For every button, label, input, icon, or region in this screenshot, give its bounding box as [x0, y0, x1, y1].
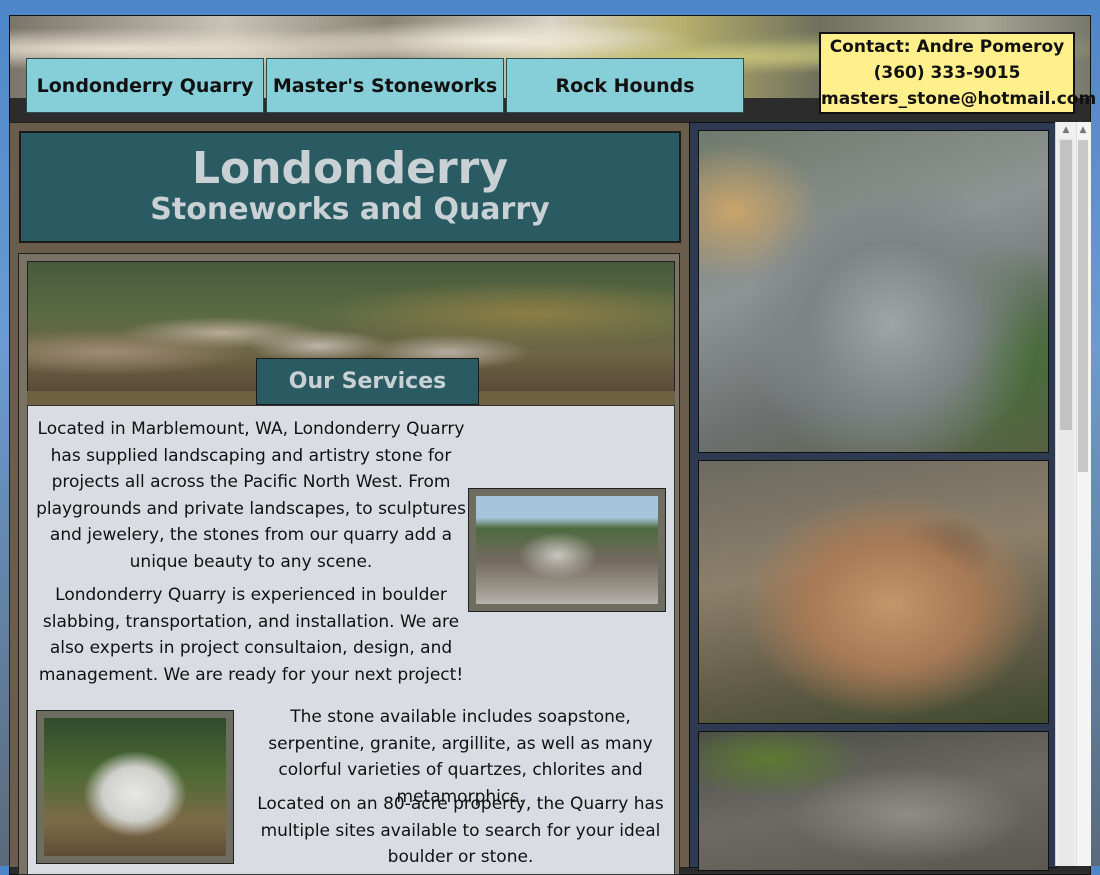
site-title-box: Londonderry Stoneworks and Quarry: [19, 131, 681, 243]
boulder-photo: [36, 710, 234, 864]
services-panel: Our Services Located in Marblemount, WA,…: [18, 253, 680, 875]
services-tab: Our Services: [256, 358, 479, 405]
inner-scrollbar-thumb[interactable]: [1060, 140, 1072, 430]
services-paragraph: Londonderry Quarry is experienced in bou…: [38, 585, 464, 685]
nav-tab-rock-hounds[interactable]: Rock Hounds: [506, 58, 744, 113]
services-paragraph: Located on an 80-acre property, the Quar…: [257, 794, 664, 867]
nav-tab-londonderry-quarry[interactable]: Londonderry Quarry: [26, 58, 264, 113]
inner-scroll-up-arrow-icon[interactable]: ▲: [1058, 122, 1074, 138]
gallery-photo-rock: [698, 731, 1049, 871]
site-title: Londonderry: [191, 143, 509, 194]
main-column: Londonderry Stoneworks and Quarry Our Se…: [9, 122, 691, 875]
nav-tab-masters-stoneworks[interactable]: Master's Stoneworks: [266, 58, 504, 113]
contact-box: Contact: Andre Pomeroy (360) 333-9015 ma…: [819, 32, 1096, 114]
services-content: Located in Marblemount, WA, Londonderry …: [27, 405, 675, 875]
outer-scrollbar-thumb[interactable]: [1078, 140, 1088, 472]
services-paragraph: Located in Marblemount, WA, Londonderry …: [36, 419, 466, 572]
site-subtitle: Stoneworks and Quarry: [150, 192, 550, 227]
gallery-photo-stone-path: [698, 130, 1049, 453]
scrollbar[interactable]: ▲ ▲: [1055, 122, 1091, 866]
contact-name: Contact: Andre Pomeroy: [829, 37, 1065, 57]
gallery-photo-mineral-rock: [698, 460, 1049, 724]
outer-scroll-up-arrow-icon[interactable]: ▲: [1076, 122, 1090, 138]
stone-steps-photo: [468, 488, 666, 612]
contact-phone[interactable]: (360) 333-9015: [821, 60, 1073, 86]
contact-email[interactable]: masters_stone@hotmail.com: [821, 86, 1096, 112]
photo-gallery: [689, 122, 1057, 871]
